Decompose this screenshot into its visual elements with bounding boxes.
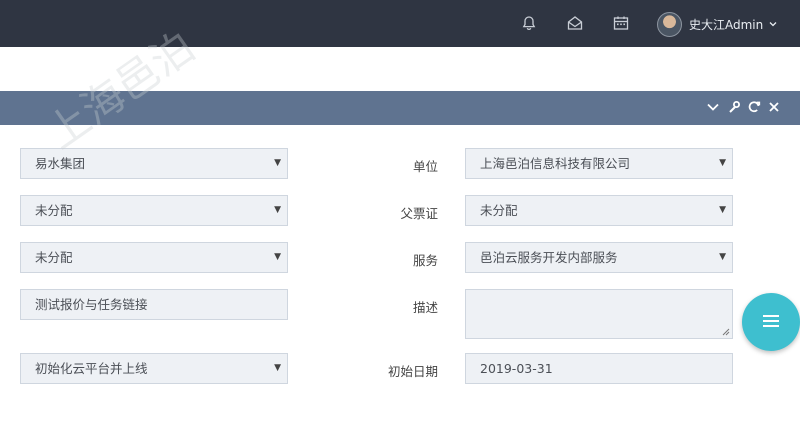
collapse-chevron-icon[interactable] [706, 100, 720, 114]
menu-icon [763, 315, 779, 327]
parent-ticket-select[interactable]: 未分配 ▼ [465, 195, 733, 226]
panel-header [0, 91, 800, 125]
start-date-value: 2019-03-31 [480, 361, 553, 376]
close-icon[interactable] [767, 100, 781, 114]
parent-ticket-value: 未分配 [480, 203, 518, 218]
floating-menu-button[interactable] [742, 293, 800, 351]
unit-select-value: 上海邑泊信息科技有限公司 [480, 156, 631, 171]
stage-select-value: 初始化云平台并上线 [35, 361, 148, 376]
unit-label: 单位 [412, 159, 438, 174]
caret-down-icon: ▼ [274, 205, 281, 215]
user-name: 史大江Admin [689, 17, 764, 32]
service-select[interactable]: 邑泊云服务开发内部服务 ▼ [465, 242, 733, 273]
caret-down-icon: ▼ [719, 205, 726, 215]
calendar-icon[interactable] [612, 14, 630, 32]
start-date-label: 初始日期 [387, 364, 438, 379]
wrench-icon[interactable] [727, 100, 741, 114]
caret-down-icon: ▼ [719, 252, 726, 262]
avatar [657, 11, 682, 37]
caret-down-icon: ▼ [274, 363, 281, 373]
status-select-value: 未分配 [35, 203, 73, 218]
caret-down-icon: ▼ [274, 158, 281, 168]
bell-icon[interactable] [520, 14, 538, 32]
status-select[interactable]: 未分配 ▼ [20, 195, 288, 226]
parent-ticket-label: 父票证 [400, 206, 438, 221]
description-label: 描述 [412, 300, 438, 315]
stage-select[interactable]: 初始化云平台并上线 ▼ [20, 353, 288, 384]
service-label: 服务 [412, 253, 438, 268]
top-navbar: 史大江Admin [0, 0, 800, 47]
envelope-open-icon[interactable] [566, 14, 584, 32]
caret-down-icon: ▼ [719, 158, 726, 168]
caret-down-icon: ▼ [274, 252, 281, 262]
start-date-input[interactable]: 2019-03-31 [465, 353, 733, 384]
assignee-select[interactable]: 未分配 ▼ [20, 242, 288, 273]
title-input-value: 测试报价与任务链接 [35, 297, 148, 312]
group-select-value: 易水集团 [35, 156, 86, 171]
refresh-icon[interactable] [747, 100, 761, 114]
user-menu[interactable]: 史大江Admin [657, 11, 778, 37]
unit-select[interactable]: 上海邑泊信息科技有限公司 ▼ [465, 148, 733, 179]
description-textarea[interactable] [465, 289, 733, 339]
assignee-select-value: 未分配 [35, 250, 73, 265]
title-input[interactable]: 测试报价与任务链接 [20, 289, 288, 320]
chevron-down-icon [769, 22, 777, 27]
service-select-value: 邑泊云服务开发内部服务 [480, 250, 618, 265]
resize-handle-icon[interactable] [721, 327, 730, 336]
group-select[interactable]: 易水集团 ▼ [20, 148, 288, 179]
